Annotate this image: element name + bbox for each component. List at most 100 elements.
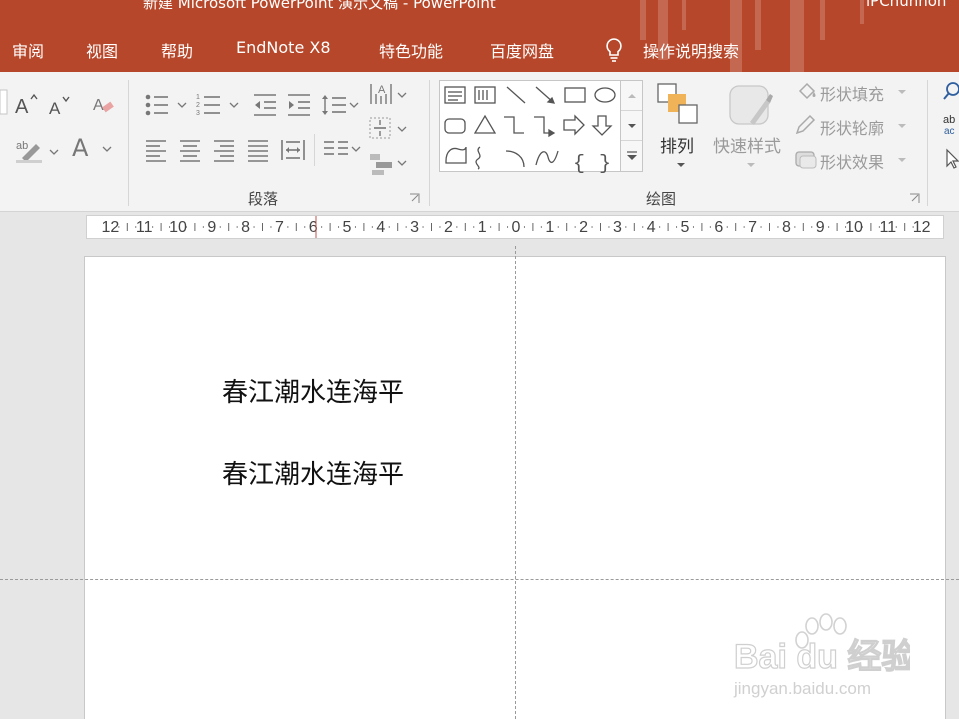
shape-effects-label[interactable]: 形状效果 xyxy=(820,149,884,173)
scroll-up-button[interactable] xyxy=(621,81,642,111)
tab-baidu-netdisk[interactable]: 百度网盘 xyxy=(490,38,554,62)
ruler-label: 12 xyxy=(102,219,120,236)
svg-text:A: A xyxy=(93,97,104,114)
svg-text:2: 2 xyxy=(196,102,200,109)
ruler-label: 11 xyxy=(879,219,896,236)
chevron-down-icon[interactable] xyxy=(896,121,908,131)
replace-icon[interactable]: abac xyxy=(942,112,959,136)
more-shapes-button[interactable] xyxy=(621,141,642,171)
ruler-label: 3 xyxy=(410,219,419,236)
ruler-label: 8 xyxy=(782,219,791,236)
watermark-brand: Bai du 经验 xyxy=(734,637,910,676)
svg-text:A: A xyxy=(15,96,29,116)
ruler-label: 12 xyxy=(913,219,931,236)
arrange-label[interactable]: 排列 xyxy=(660,132,694,157)
chevron-down-icon[interactable] xyxy=(744,160,758,170)
ribbon: A A A ab A 123 A 段落 {} 排列 快速样式 形状填充 形状轮… xyxy=(0,72,959,212)
quick-styles-label[interactable]: 快速样式 xyxy=(713,132,781,157)
line-spacing-icon[interactable] xyxy=(320,92,360,118)
shapes-gallery-icons[interactable]: { } xyxy=(440,81,622,173)
shrink-font-icon[interactable]: A xyxy=(48,94,72,116)
clear-formatting-icon[interactable]: A xyxy=(92,92,116,116)
numbering-icon[interactable]: 123 xyxy=(196,92,242,118)
title-bar: 新建 Microsoft PowerPoint 演示文稿 - PowerPoin… xyxy=(0,0,959,72)
svg-text:1: 1 xyxy=(196,94,200,101)
slide-text-line-1[interactable]: 春江潮水连海平 xyxy=(222,372,404,409)
justify-icon[interactable] xyxy=(246,138,270,162)
group-label-drawing: 绘图 xyxy=(646,190,677,208)
font-size-box[interactable] xyxy=(0,88,8,116)
shape-outline-label[interactable]: 形状轮廓 xyxy=(820,115,884,139)
chevron-up-icon xyxy=(628,94,636,98)
shape-fill-label[interactable]: 形状填充 xyxy=(820,81,884,105)
ruler-label: 8 xyxy=(241,219,250,236)
svg-text:{: { xyxy=(573,153,585,173)
ruler-label: 5 xyxy=(681,219,690,236)
scroll-down-button[interactable] xyxy=(621,111,642,141)
divider xyxy=(314,134,315,166)
ruler-label: 2 xyxy=(444,219,453,236)
tab-review[interactable]: 审阅 xyxy=(12,38,44,62)
expand-gallery-icon xyxy=(627,151,637,160)
arrange-icon[interactable] xyxy=(656,82,700,126)
ruler-label: 6 xyxy=(714,219,723,236)
text-direction-icon[interactable]: A xyxy=(368,80,408,108)
align-center-icon[interactable] xyxy=(178,138,202,162)
convert-to-smartart-icon[interactable] xyxy=(368,150,408,176)
chevron-down-icon xyxy=(628,124,636,128)
align-text-icon[interactable] xyxy=(368,114,408,142)
grow-font-icon[interactable]: A xyxy=(14,92,38,116)
ruler-label: 7 xyxy=(748,219,757,236)
tell-me-search[interactable]: 操作说明搜索 xyxy=(643,38,739,62)
chevron-down-icon[interactable] xyxy=(100,144,114,154)
slide-text-line-2[interactable]: 春江潮水连海平 xyxy=(222,454,404,491)
pencil-icon[interactable] xyxy=(794,114,816,136)
dialog-launcher-icon[interactable] xyxy=(909,193,920,204)
align-right-icon[interactable] xyxy=(212,138,236,162)
vertical-guide[interactable] xyxy=(515,246,516,719)
quick-styles-icon[interactable] xyxy=(726,82,774,130)
window-title: 新建 Microsoft PowerPoint 演示文稿 - PowerPoin… xyxy=(143,0,496,12)
increase-indent-icon[interactable] xyxy=(286,92,312,118)
select-cursor-icon[interactable] xyxy=(944,148,959,170)
dialog-launcher-icon[interactable] xyxy=(409,193,420,204)
ruler-label: 1 xyxy=(478,219,487,236)
find-icon[interactable] xyxy=(942,80,959,102)
ruler-area: 12 11 10 9 8 7 6 5 4 3 2 1 0 1 2 3 4 5 6 7 8 9 10 11 12 xyxy=(0,212,959,242)
lightbulb-icon[interactable] xyxy=(604,37,624,63)
ruler-label: 4 xyxy=(376,219,385,236)
svg-text:}: } xyxy=(599,153,611,173)
paint-bucket-icon[interactable] xyxy=(796,80,818,102)
distributed-icon[interactable] xyxy=(280,138,306,162)
tab-help[interactable]: 帮助 xyxy=(161,38,193,62)
svg-text:3: 3 xyxy=(196,110,200,117)
highlight-color-icon[interactable]: ab xyxy=(14,136,62,164)
ruler-label: 11 xyxy=(136,219,153,236)
chevron-down-icon[interactable] xyxy=(896,155,908,165)
chevron-down-icon[interactable] xyxy=(674,160,688,170)
shape-effects-icon[interactable] xyxy=(794,148,818,170)
shapes-gallery[interactable]: { } xyxy=(439,80,622,173)
bullets-icon[interactable] xyxy=(144,92,190,118)
horizontal-ruler[interactable]: 12 11 10 9 8 7 6 5 4 3 2 1 0 1 2 3 4 5 6 7 8 9 10 11 12 xyxy=(86,215,944,239)
horizontal-guide[interactable] xyxy=(0,579,959,580)
gallery-scrollbar[interactable] xyxy=(621,80,643,172)
chevron-down-icon[interactable] xyxy=(896,87,908,97)
ruler-label: 1 xyxy=(545,219,554,236)
baidu-watermark: Bai du 经验 jingyan.baidu.com xyxy=(733,613,910,698)
align-left-icon[interactable] xyxy=(144,138,168,162)
svg-text:A: A xyxy=(49,99,61,116)
tab-endnote[interactable]: EndNote X8 xyxy=(236,38,331,57)
font-color-label[interactable]: A xyxy=(72,134,88,162)
user-name[interactable]: lPChunhon xyxy=(866,0,946,10)
ruler-label: 0 xyxy=(512,219,521,236)
tab-special-features[interactable]: 特色功能 xyxy=(379,38,443,62)
ruler-label: 9 xyxy=(207,219,216,236)
tab-view[interactable]: 视图 xyxy=(86,38,118,62)
decrease-indent-icon[interactable] xyxy=(252,92,278,118)
ruler-label: 9 xyxy=(816,219,825,236)
ruler-label: 10 xyxy=(169,219,187,236)
ruler-label: 7 xyxy=(275,219,284,236)
columns-icon[interactable] xyxy=(322,138,362,162)
ruler-label: 3 xyxy=(613,219,622,236)
